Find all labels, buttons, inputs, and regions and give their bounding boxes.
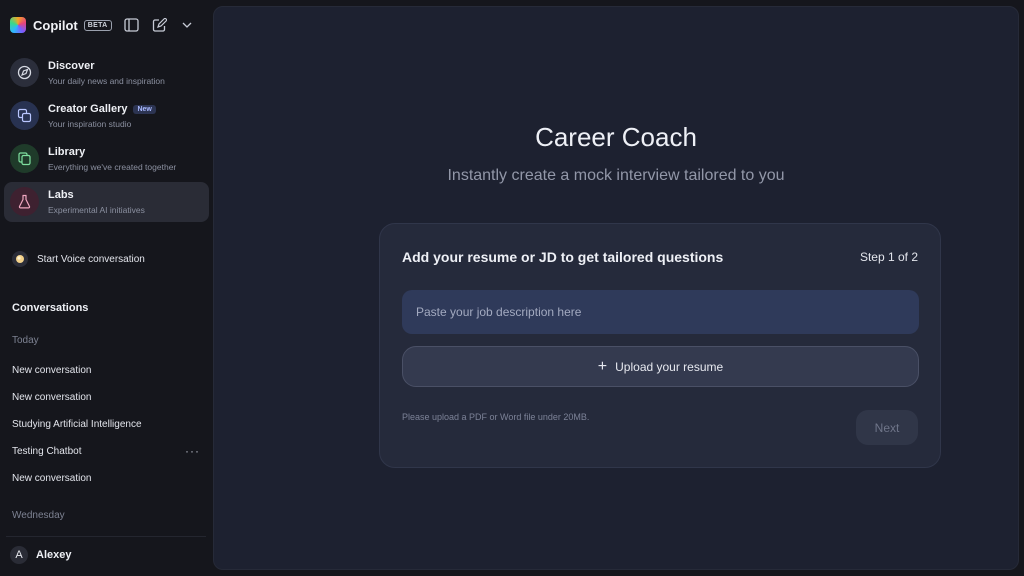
nav-item-library[interactable]: Library Everything we've created togethe… xyxy=(4,139,209,179)
avatar: A xyxy=(10,546,28,564)
main-panel: Career Coach Instantly create a mock int… xyxy=(213,6,1019,570)
nav-subtitle: Your daily news and inspiration xyxy=(48,76,165,86)
upload-label: Upload your resume xyxy=(615,359,724,374)
upload-help-text: Please upload a PDF or Word file under 2… xyxy=(402,412,590,422)
nav-item-discover[interactable]: Discover Your daily news and inspiration xyxy=(4,53,209,93)
beta-badge: BETA xyxy=(83,19,112,31)
job-description-input[interactable] xyxy=(402,290,919,334)
compass-icon xyxy=(10,58,39,87)
brand-tools xyxy=(122,14,196,36)
conversations-heading: Conversations xyxy=(12,302,89,314)
group-label-wednesday: Wednesday xyxy=(12,510,65,521)
nav-item-creator-gallery[interactable]: Creator Gallery New Your inspiration stud… xyxy=(4,96,209,136)
page-title: Career Coach xyxy=(535,122,697,152)
nav-title: Discover xyxy=(48,60,95,72)
nav-title: Labs xyxy=(48,189,74,201)
gallery-icon xyxy=(10,101,39,130)
nav-title: Library xyxy=(48,146,86,158)
page-subtitle: Instantly create a mock interview tailor… xyxy=(447,167,785,184)
copilot-logo-icon xyxy=(10,17,26,33)
new-chat-icon[interactable] xyxy=(150,16,168,34)
more-options-icon[interactable]: ··· xyxy=(185,444,200,458)
chevron-down-icon[interactable] xyxy=(178,16,196,34)
nav-subtitle: Your inspiration studio xyxy=(48,119,132,129)
voice-orb-icon xyxy=(12,251,28,267)
divider xyxy=(6,536,206,537)
conversation-item[interactable]: New conversation xyxy=(12,473,204,487)
next-button[interactable]: Next xyxy=(856,410,918,445)
nav-subtitle: Experimental AI initiatives xyxy=(48,205,145,215)
flask-icon xyxy=(10,187,39,216)
career-coach-card: Add your resume or JD to get tailored qu… xyxy=(379,223,941,468)
nav-subtitle: Everything we've created together xyxy=(48,162,177,172)
group-label-today: Today xyxy=(12,335,39,346)
card-title: Add your resume or JD to get tailored qu… xyxy=(402,249,724,265)
app-name: Copilot xyxy=(33,17,78,33)
brand-row: Copilot BETA xyxy=(10,14,202,36)
conversation-item[interactable]: New conversation xyxy=(12,392,204,406)
conversation-item[interactable]: Studying Artificial Intelligence xyxy=(12,419,204,433)
new-badge: New xyxy=(133,105,156,114)
voice-label: Start Voice conversation xyxy=(37,253,145,265)
sidebar-toggle-icon[interactable] xyxy=(122,16,140,34)
nav-item-labs[interactable]: Labs Experimental AI initiatives xyxy=(4,182,209,222)
step-indicator: Step 1 of 2 xyxy=(859,250,918,264)
user-profile[interactable]: A Alexey xyxy=(10,546,71,564)
library-icon xyxy=(10,144,39,173)
conversation-title: Testing Chatbot xyxy=(12,446,82,457)
conversation-item[interactable]: Testing Chatbot ··· xyxy=(12,444,204,460)
plus-icon: + xyxy=(597,357,608,375)
conversation-item[interactable]: New conversation xyxy=(12,365,204,379)
upload-resume-button[interactable]: + Upload your resume xyxy=(402,346,919,387)
user-name: Alexey xyxy=(36,549,72,561)
start-voice-button[interactable]: Start Voice conversation xyxy=(12,250,145,268)
nav-title-text: Creator Gallery xyxy=(48,103,128,115)
sidebar: Copilot BETA Discover Your daily news an… xyxy=(0,0,212,576)
nav-title: Creator Gallery New xyxy=(48,103,156,115)
